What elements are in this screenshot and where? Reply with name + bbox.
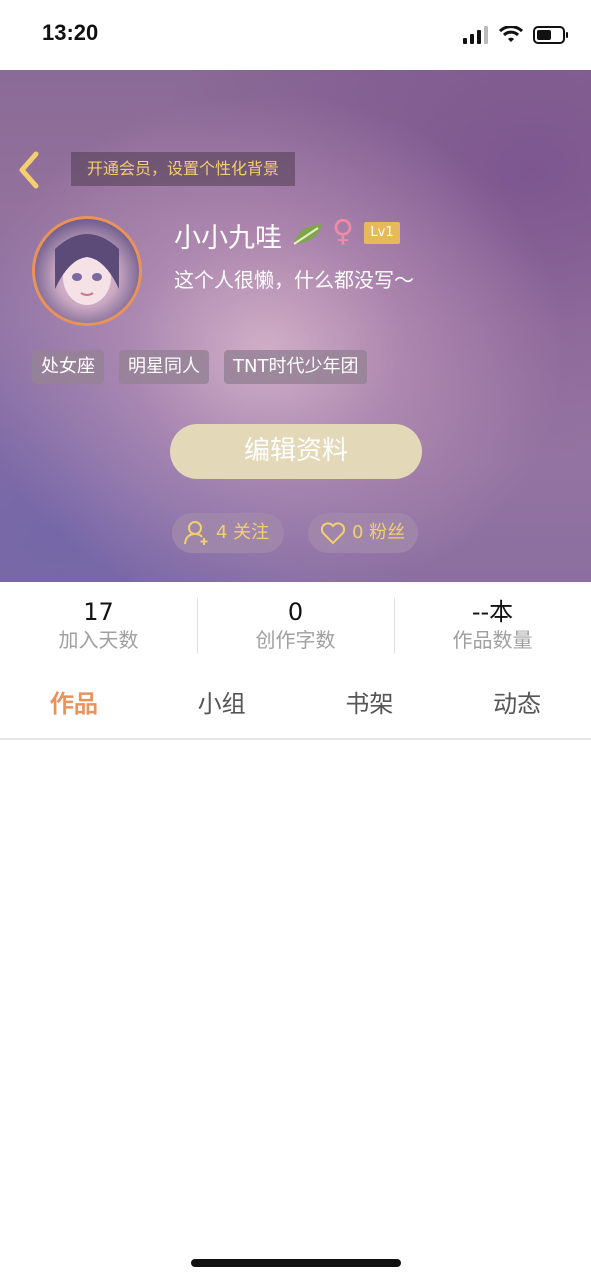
back-arrow-icon[interactable] [14, 150, 46, 190]
status-bar: 13:20 [0, 0, 591, 70]
fans-button[interactable]: 0 粉丝 [308, 513, 418, 553]
stat-word-count: 0 创作字数 [197, 582, 394, 662]
stat-label: 加入天数 [58, 628, 139, 652]
tag-list: 处女座 明星同人 TNT时代少年团 [32, 350, 368, 384]
tag-item[interactable]: 处女座 [32, 350, 104, 384]
stat-label: 作品数量 [452, 628, 533, 652]
tab-activity[interactable]: 动态 [443, 680, 591, 738]
profile-tabs: 作品 小组 书架 动态 [0, 680, 591, 740]
following-label: 4 关注 [216, 522, 270, 543]
avatar-illustration [55, 234, 119, 305]
tab-bookshelf[interactable]: 书架 [296, 680, 444, 738]
edit-profile-button[interactable]: 编辑资料 [170, 424, 422, 479]
username: 小小九哇 [174, 223, 282, 254]
stat-value: 17 [83, 598, 114, 626]
battery-icon [533, 26, 568, 44]
bio-text: 这个人很懒，什么都没写～ [174, 268, 414, 292]
fans-label: 0 粉丝 [352, 522, 406, 543]
tab-works[interactable]: 作品 [0, 680, 148, 738]
stat-value: 0 [287, 598, 304, 626]
avatar[interactable] [32, 216, 142, 326]
wifi-icon [499, 26, 523, 42]
status-time: 13:20 [42, 20, 99, 45]
tag-item[interactable]: 明星同人 [119, 350, 209, 384]
stat-label: 创作字数 [255, 628, 336, 652]
stat-join-days: 17 加入天数 [0, 582, 197, 662]
following-button[interactable]: 4 关注 [172, 513, 284, 553]
vip-background-banner[interactable]: 开通会员，设置个性化背景 [71, 152, 296, 186]
home-indicator[interactable] [191, 1259, 401, 1267]
heart-icon [320, 522, 346, 545]
tab-groups[interactable]: 小组 [148, 680, 296, 738]
female-gender-icon: ♀ [332, 214, 354, 249]
user-add-icon [184, 521, 208, 545]
signal-icon [463, 26, 488, 44]
leaf-icon [293, 224, 322, 245]
stat-value: --本 [471, 598, 514, 626]
stat-works-count: --本 作品数量 [394, 582, 591, 662]
tag-item[interactable]: TNT时代少年团 [224, 350, 368, 384]
status-icons [463, 26, 569, 44]
level-badge: Lv1 [364, 222, 400, 244]
stats-row: 17 加入天数 0 创作字数 --本 作品数量 [0, 582, 591, 662]
profile-header: 开通会员，设置个性化背景 小小九哇 ♀ Lv1 这个人很懒，什么都没写～ 处女座… [0, 70, 591, 582]
